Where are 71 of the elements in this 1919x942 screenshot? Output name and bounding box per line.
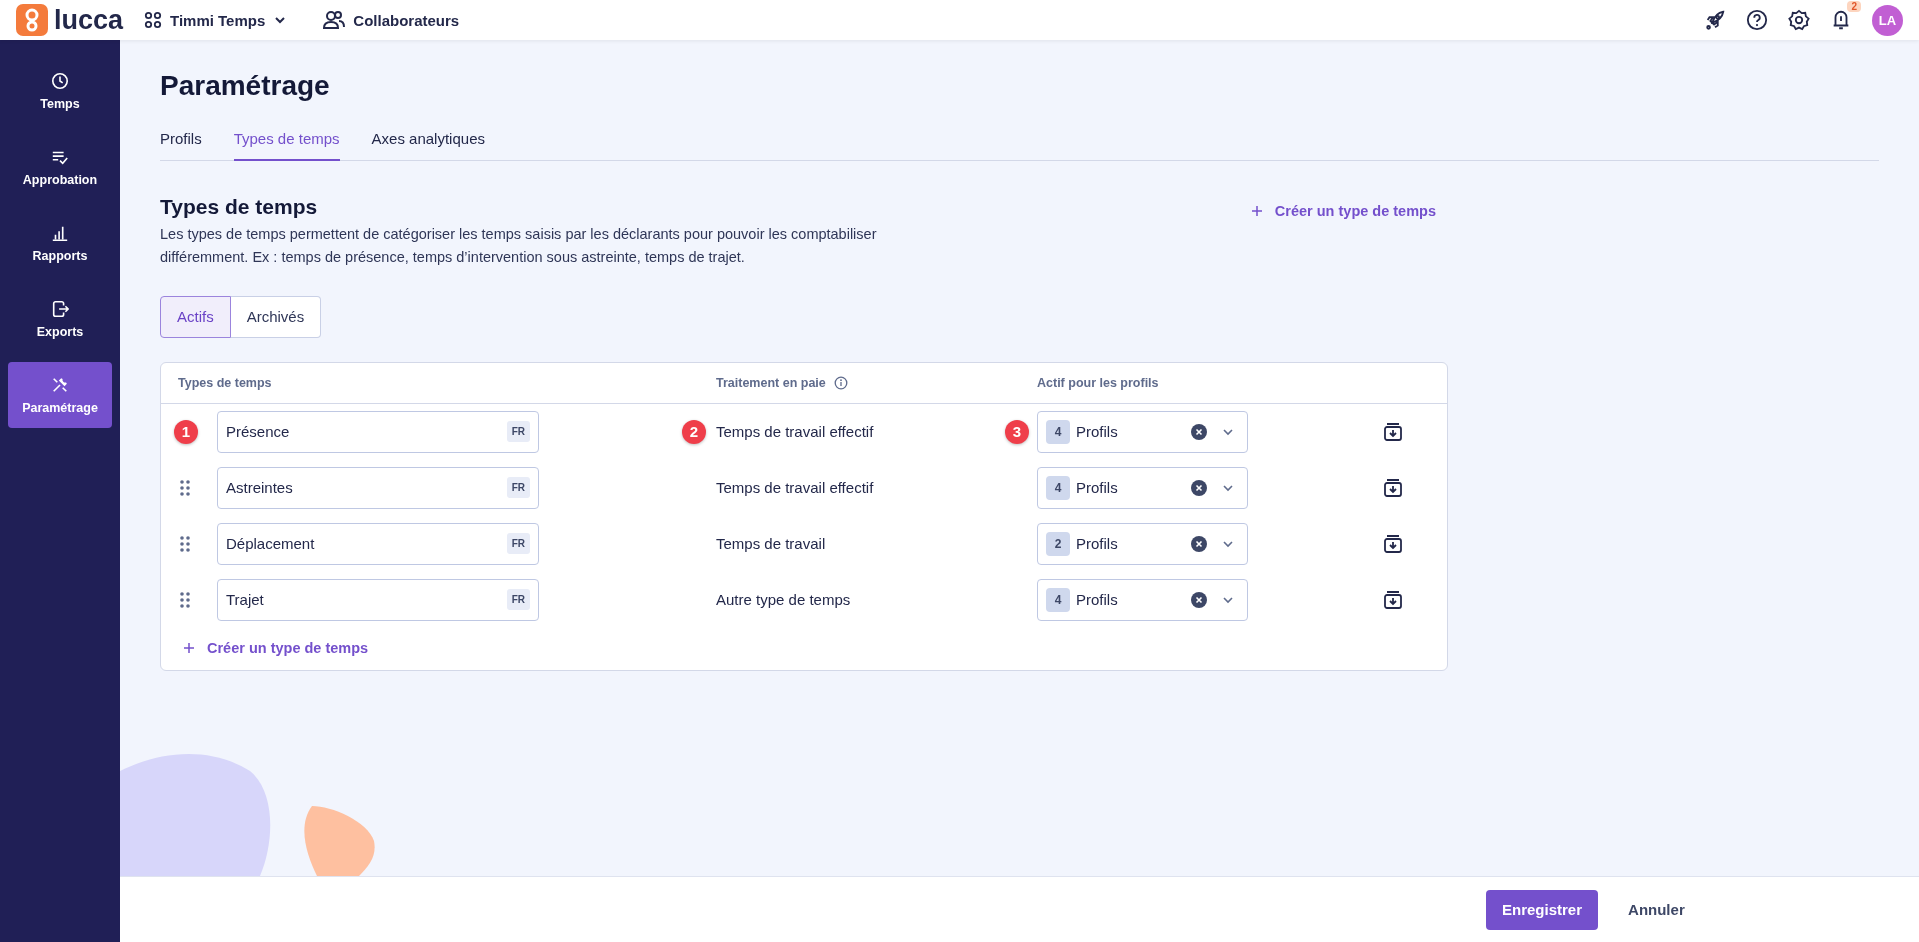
drag-handle-icon[interactable] xyxy=(180,591,190,608)
step-marker: 3 xyxy=(1005,419,1029,444)
payroll-treatment-text: Temps de travail xyxy=(716,535,826,553)
count-badge: 4 xyxy=(1046,475,1070,500)
count-badge: 4 xyxy=(1046,419,1070,444)
section-title: Types de temps xyxy=(160,195,319,219)
name-input-field[interactable]: Présence FR xyxy=(217,410,539,453)
language-tag: FR xyxy=(506,589,530,611)
logo-text: lucca xyxy=(54,4,124,36)
drag-handle-icon[interactable] xyxy=(180,479,190,496)
section-description: Les types de temps permettent de catégoriser les temps saisis par les déclarants pour pouvoir les comptabiliser différemment. Ex : temps de présence, temps d’intervention sous astreinte, temps de trajet. xyxy=(160,225,878,268)
filter-toggle[interactable]: Archivés xyxy=(230,295,322,338)
cancel-button[interactable]: Annuler xyxy=(1612,889,1701,930)
profiles-select[interactable]: 4 Profils xyxy=(1037,578,1248,621)
archive-icon[interactable] xyxy=(1383,533,1403,554)
clear-icon[interactable] xyxy=(1191,423,1207,440)
notification-badge: 2 xyxy=(1847,1,1861,12)
people-icon xyxy=(323,10,346,30)
name-input-field[interactable]: Déplacement FR xyxy=(217,522,539,565)
create-time-type-link[interactable]: Créer un type de temps xyxy=(1250,203,1436,219)
column-header: Traitement en paie xyxy=(716,375,826,390)
sidebar-item[interactable]: Rapports xyxy=(8,210,112,276)
tools-icon xyxy=(51,375,69,394)
save-button[interactable]: Enregistrer xyxy=(1486,889,1599,930)
archive-icon[interactable] xyxy=(1383,589,1403,610)
count-badge: 2 xyxy=(1046,531,1070,556)
column-header: Types de temps xyxy=(177,375,273,390)
sidebar-item[interactable]: Paramétrage xyxy=(8,362,112,428)
language-tag: FR xyxy=(506,477,530,499)
plus-icon xyxy=(1250,205,1263,217)
payroll-treatment-text: Autre type de temps xyxy=(716,591,851,609)
payroll-treatment-text: Temps de travail effectif xyxy=(716,423,874,441)
create-time-type-link[interactable]: Créer un type de temps xyxy=(183,639,1447,656)
collaborators-link[interactable]: Collaborateurs xyxy=(323,10,460,30)
step-marker: 2 xyxy=(682,419,706,444)
profiles-select[interactable]: 4 Profils xyxy=(1037,466,1248,509)
name-input-field[interactable]: Astreintes FR xyxy=(217,466,539,509)
tab[interactable]: Profils xyxy=(160,124,202,161)
clear-icon[interactable] xyxy=(1191,591,1207,608)
sidebar-item[interactable]: Exports xyxy=(8,286,112,352)
language-tag: FR xyxy=(506,421,530,443)
column-header: Actif pour les profils xyxy=(1037,375,1160,390)
clock-icon xyxy=(51,71,69,90)
name-input-field[interactable]: Trajet FR xyxy=(217,578,539,621)
app-menu-button[interactable]: Timmi Temps xyxy=(144,11,288,29)
page-title: Paramétrage xyxy=(160,70,331,102)
export-icon xyxy=(51,299,69,318)
plus-icon xyxy=(183,641,195,654)
grid-icon xyxy=(144,11,162,29)
info-icon[interactable] xyxy=(833,375,848,390)
count-badge: 4 xyxy=(1046,587,1070,612)
clear-icon[interactable] xyxy=(1191,535,1207,552)
language-tag: FR xyxy=(506,533,530,555)
tab[interactable]: Axes analytiques xyxy=(371,124,485,161)
drag-handle-icon[interactable] xyxy=(180,535,190,552)
clear-icon[interactable] xyxy=(1191,479,1207,496)
rocket-icon[interactable] xyxy=(1704,9,1726,31)
archive-icon[interactable] xyxy=(1383,477,1403,498)
archive-icon[interactable] xyxy=(1383,421,1403,442)
tab[interactable]: Types de temps xyxy=(233,124,340,161)
logo-icon xyxy=(16,4,48,36)
help-icon[interactable] xyxy=(1746,9,1768,31)
settings-icon[interactable] xyxy=(1788,9,1810,31)
profiles-select[interactable]: 2 Profils xyxy=(1037,522,1248,565)
sidebar-item[interactable]: Temps xyxy=(8,58,112,124)
filter-toggle[interactable]: Actifs xyxy=(160,295,231,338)
avatar[interactable]: LA xyxy=(1872,4,1903,36)
payroll-treatment-text: Temps de travail effectif xyxy=(716,479,874,497)
profiles-select[interactable]: 4 Profils xyxy=(1037,410,1248,453)
sidebar-item[interactable]: Approbation xyxy=(8,134,112,200)
step-marker: 1 xyxy=(174,419,198,444)
